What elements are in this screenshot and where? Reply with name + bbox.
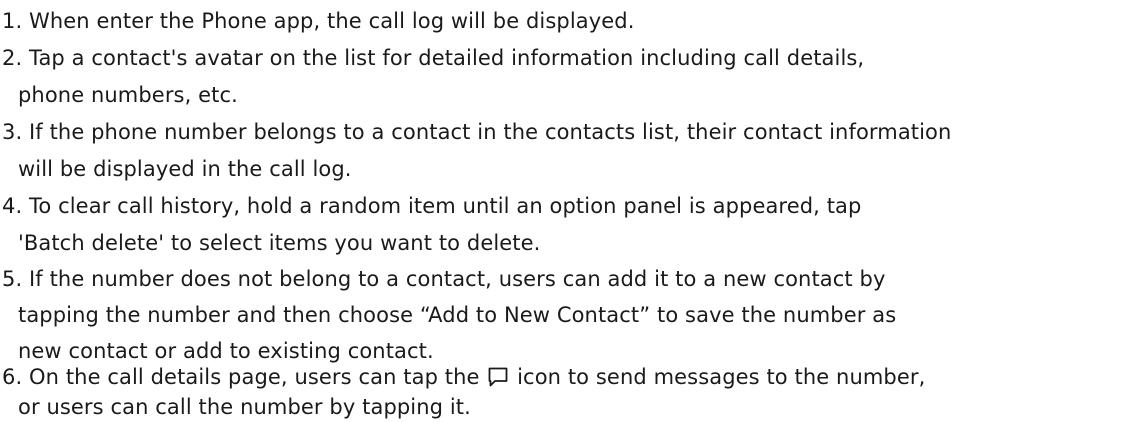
item-6-line-1: 6. On the call details page, users can t…: [2, 362, 925, 392]
instruction-document: 1. When enter the Phone app, the call lo…: [0, 0, 1126, 419]
item-2-line-2: phone numbers, etc.: [18, 83, 238, 107]
item-4-line-1: 4. To clear call history, hold a random …: [2, 194, 862, 218]
message-icon: [487, 366, 509, 388]
item-3-line-1: 3. If the phone number belongs to a cont…: [2, 120, 952, 144]
item-5-line-2: tapping the number and then choose “Add …: [18, 303, 897, 327]
item-3-line-2: will be displayed in the call log.: [18, 157, 352, 181]
item-6-line-2: or users can call the number by tapping …: [18, 395, 471, 419]
item-6-text-after-icon: icon to send messages to the number,: [517, 365, 926, 389]
item-5-line-1: 5. If the number does not belong to a co…: [2, 267, 886, 291]
item-6-text-before-icon: 6. On the call details page, users can t…: [2, 365, 480, 389]
item-2-line-1: 2. Tap a contact's avatar on the list fo…: [2, 46, 865, 70]
item-1-line-1: 1. When enter the Phone app, the call lo…: [2, 9, 635, 33]
item-4-line-2: 'Batch delete' to select items you want …: [18, 231, 541, 255]
